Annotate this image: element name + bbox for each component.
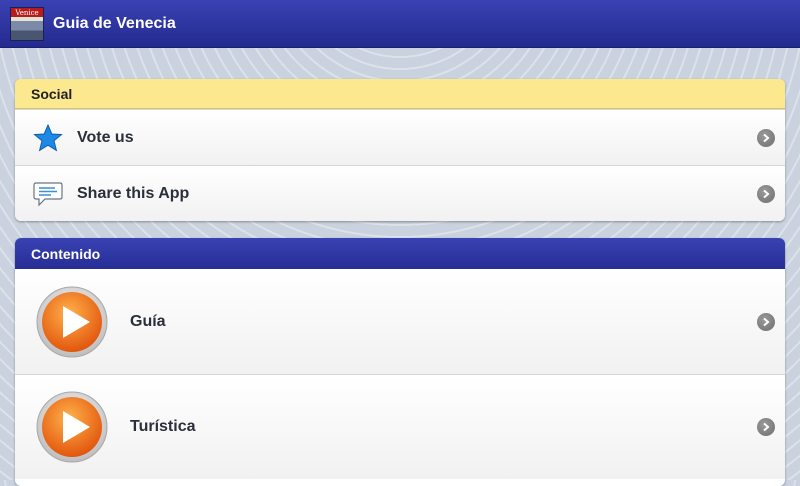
share-app-label: Share this App [77, 184, 190, 202]
turistica-label: Turística [130, 418, 196, 435]
guia-item[interactable]: Guía [15, 269, 785, 374]
chevron-right-icon [757, 128, 775, 147]
social-section: Social Vote us Share this App [15, 79, 785, 221]
speech-bubble-icon [33, 179, 63, 209]
contenido-section: Contenido Guía Turística [15, 238, 785, 486]
chevron-right-icon [757, 312, 775, 331]
title-bar: Venice Guia de Venecia [0, 0, 800, 48]
turistica-item[interactable]: Turística [15, 374, 785, 479]
vote-us-item[interactable]: Vote us [15, 109, 785, 165]
chevron-right-icon [757, 184, 775, 203]
play-icon [36, 391, 108, 463]
venice-thumbnail-icon: Venice [11, 7, 43, 40]
share-app-item[interactable]: Share this App [15, 165, 785, 221]
app-title: Guia de Venecia [53, 14, 176, 32]
vote-us-label: Vote us [77, 128, 134, 146]
contenido-header: Contenido [15, 238, 785, 269]
star-icon [33, 123, 63, 153]
app-icon-text: Venice [15, 8, 39, 17]
play-icon [36, 286, 108, 358]
chevron-right-icon [757, 418, 775, 436]
guia-label: Guía [130, 312, 166, 330]
social-header: Social [15, 79, 785, 109]
